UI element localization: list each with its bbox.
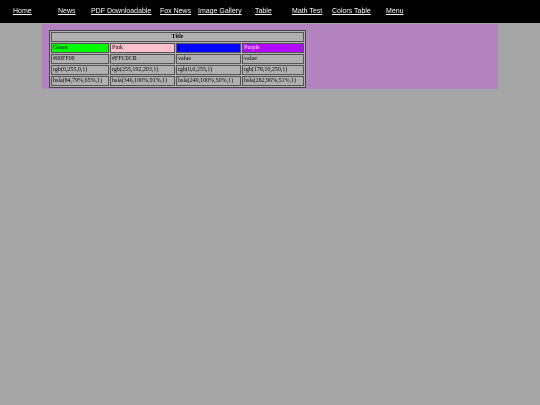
table-row: #00FF00 #FFC0CB value value: [51, 54, 304, 64]
content-panel: Title Green Pink Blue Purple #00FF00 #FF…: [42, 24, 498, 89]
nav-link-home[interactable]: Home: [13, 7, 32, 16]
nav-link-math-test[interactable]: Math Test: [292, 7, 322, 16]
nav-link-pdf-downloadable[interactable]: PDF Downloadable: [91, 7, 151, 16]
table-cell: hsla(84,79%,65%,1): [51, 76, 109, 86]
top-navigation-bar: Home News PDF Downloadable Fox News Imag…: [0, 0, 540, 23]
table-cell: hsla(346,100%,91%,1): [110, 76, 175, 86]
color-header-pink: Pink: [110, 43, 175, 53]
table-cell: #FFC0CB: [110, 54, 175, 64]
table-cell: rgb(0,255,0,1): [51, 65, 109, 75]
nav-link-image-gallery[interactable]: Image Gallery: [198, 7, 242, 16]
table-title-row: Title: [51, 32, 304, 42]
table-cell: #00FF00: [51, 54, 109, 64]
table-row: hsla(84,79%,65%,1) hsla(346,100%,91%,1) …: [51, 76, 304, 86]
nav-link-news[interactable]: News: [58, 7, 76, 16]
color-header-blue: Blue: [176, 43, 241, 53]
colors-table: Title Green Pink Blue Purple #00FF00 #FF…: [49, 30, 306, 88]
table-cell: value: [242, 54, 304, 64]
nav-link-menu[interactable]: Menu: [386, 7, 404, 16]
table-row: rgb(0,255,0,1) rgb(255,192,203,1) rgb(0,…: [51, 65, 304, 75]
color-header-green: Green: [51, 43, 109, 53]
table-header-row: Green Pink Blue Purple: [51, 43, 304, 53]
table-cell: value: [176, 54, 241, 64]
color-header-purple: Purple: [242, 43, 304, 53]
nav-link-table[interactable]: Table: [255, 7, 272, 16]
table-cell: hsla(240,100%,50%,1): [176, 76, 241, 86]
nav-link-fox-news[interactable]: Fox News: [160, 7, 191, 16]
table-cell: rgb(178,10,250,1): [242, 65, 304, 75]
table-title: Title: [51, 32, 304, 42]
nav-link-colors-table[interactable]: Colors Table: [332, 7, 371, 16]
table-cell: rgb(0,0,255,1): [176, 65, 241, 75]
table-cell: hsla(282,96%,51%,1): [242, 76, 304, 86]
table-cell: rgb(255,192,203,1): [110, 65, 175, 75]
